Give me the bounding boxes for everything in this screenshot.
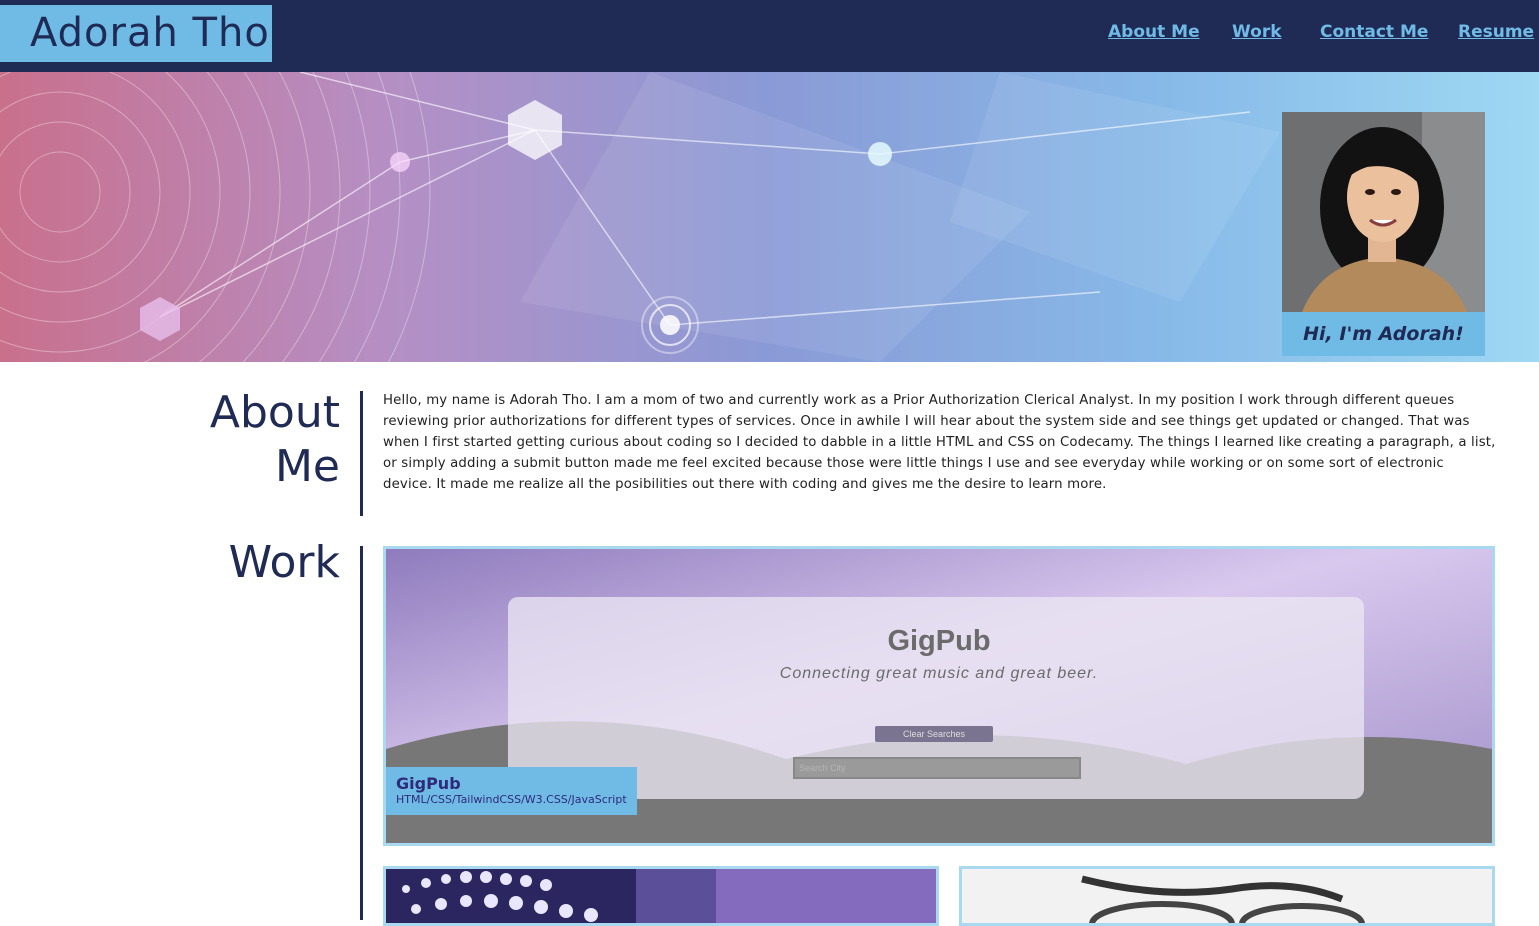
site-header: Adorah Tho About Me Work Contact Me Resu…	[0, 0, 1539, 72]
project-card-gigpub[interactable]: GigPub Connecting great music and great …	[383, 546, 1495, 846]
hero-banner: Hi, I'm Adorah!	[0, 72, 1539, 362]
gigpub-clear-button: Clear Searches	[875, 726, 993, 742]
about-title-line2: Me	[274, 441, 340, 492]
about-title-line1: About	[209, 387, 340, 438]
nav-contact-me[interactable]: Contact Me	[1320, 22, 1428, 42]
portrait-image	[1282, 112, 1485, 312]
gigpub-search-field: Search City	[793, 757, 1081, 779]
project-card-3[interactable]	[959, 866, 1495, 926]
nav-resume[interactable]: Resume	[1458, 22, 1534, 42]
profile-card: Hi, I'm Adorah!	[1282, 112, 1485, 356]
nav-work[interactable]: Work	[1232, 22, 1282, 42]
project-card-2[interactable]	[383, 866, 939, 926]
project-label: GigPub HTML/CSS/TailwindCSS/W3.CSS/JavaS…	[386, 767, 637, 815]
project-tech: HTML/CSS/TailwindCSS/W3.CSS/JavaScript	[396, 793, 627, 806]
about-paragraph: Hello, my name is Adorah Tho. I am a mom…	[383, 393, 1496, 492]
work-section-title: Work	[228, 537, 340, 588]
project-3-thumbnail	[962, 869, 1492, 923]
about-divider	[360, 391, 363, 516]
main-nav: About Me Work Contact Me Resume	[0, 22, 1539, 46]
nav-about-me[interactable]: About Me	[1108, 22, 1200, 42]
about-section-title: About Me	[170, 386, 340, 494]
project-name[interactable]: GigPub	[396, 775, 627, 793]
profile-photo	[1282, 112, 1485, 312]
gigpub-tagline: Connecting great music and great beer.	[779, 665, 1099, 682]
work-divider	[360, 546, 363, 920]
gigpub-app-title: GigPub	[887, 625, 991, 657]
project-2-thumbnail	[386, 869, 936, 923]
hero-greeting: Hi, I'm Adorah!	[1303, 323, 1464, 345]
